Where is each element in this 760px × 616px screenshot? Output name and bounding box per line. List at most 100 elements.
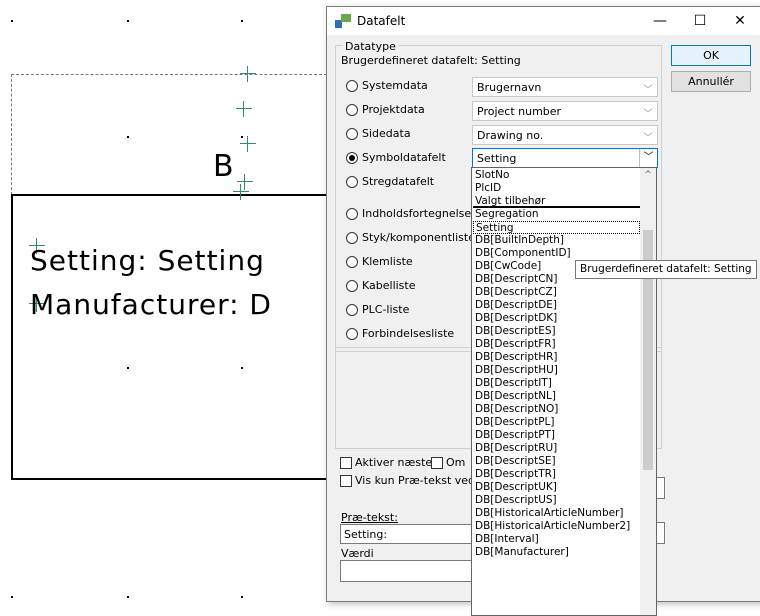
chevron-down-icon: ﹀: [643, 85, 653, 96]
minimize-button[interactable]: —: [640, 7, 680, 35]
ok-button[interactable]: OK: [671, 45, 751, 66]
grid-dot: [241, 20, 243, 22]
dropdown-item[interactable]: DB[HistoricalArticleNumber]: [473, 507, 640, 520]
pretext-input[interactable]: Setting:: [340, 524, 486, 544]
close-button[interactable]: ✕: [720, 7, 760, 35]
dropdown-item[interactable]: DB[HistoricalArticleNumber2]: [473, 520, 640, 533]
cancel-button[interactable]: Annullér: [671, 71, 751, 92]
dropdown-item[interactable]: DB[DescriptCZ]: [473, 286, 640, 299]
dropdown-item[interactable]: DB[DescriptTR]: [473, 468, 640, 481]
insertion-point-icon: [236, 101, 252, 117]
chevron-down-icon[interactable]: ﹀: [639, 149, 657, 167]
dropdown-item[interactable]: DB[DescriptDK]: [473, 312, 640, 325]
datatype-group-label: Datatype: [343, 40, 398, 53]
show-pretext-label: Vis kun Præ-tekst ved d: [355, 474, 486, 487]
dropdown-item[interactable]: DB[BuiltInDepth]: [473, 234, 640, 247]
radio-label-indholdsfortegnelse: Indholdsfortegnelse: [362, 207, 472, 220]
symbol-box[interactable]: [11, 194, 341, 480]
radio-plc-liste[interactable]: [346, 304, 358, 316]
dropdown-item[interactable]: DB[DescriptUS]: [473, 494, 640, 507]
insertion-point-icon: [240, 136, 256, 152]
dropdown-item[interactable]: DB[DescriptNO]: [473, 403, 640, 416]
radio-indholdsfortegnelse[interactable]: [346, 208, 358, 220]
combo-value: Project number: [477, 105, 562, 118]
dropdown-item[interactable]: DB[DescriptRU]: [473, 442, 640, 455]
dropdown-item[interactable]: DB[DescriptHR]: [473, 351, 640, 364]
radio-projektdata[interactable]: [346, 104, 358, 116]
dropdown-item[interactable]: SlotNo: [473, 169, 640, 182]
insertion-point-icon: [233, 184, 249, 200]
radio-styk-komponentliste[interactable]: [346, 232, 358, 244]
symboldatafelt-combo[interactable]: Setting ﹀: [472, 148, 658, 168]
chevron-down-icon: ﹀: [643, 133, 653, 144]
grid-dot: [11, 20, 13, 22]
dropdown-item[interactable]: Setting: [473, 221, 640, 234]
activate-next-checkbox[interactable]: [340, 457, 352, 469]
grid-dot: [127, 20, 129, 22]
subtitle: Brugerdefineret datafelt: Setting: [341, 54, 521, 67]
dropdown-item[interactable]: DB[DescriptUK]: [473, 481, 640, 494]
radio-label-klemliste: Klemliste: [362, 255, 413, 268]
dropdown-item[interactable]: DB[DescriptNL]: [473, 390, 640, 403]
radio-kabelliste[interactable]: [346, 280, 358, 292]
app-icon: [335, 14, 351, 28]
tooltip: Brugerdefineret datafelt: Setting: [575, 260, 757, 279]
dropdown-item[interactable]: DB[Manufacturer]: [473, 546, 640, 559]
value-label: Værdi: [341, 547, 374, 560]
dropdown-item[interactable]: DB[DescriptFR]: [473, 338, 640, 351]
projektdata-combo[interactable]: Project number ﹀: [472, 101, 658, 121]
dropdown-scrollbar[interactable]: ^: [640, 168, 656, 615]
radio-sidedata[interactable]: [346, 128, 358, 140]
radio-label-sidedata: Sidedata: [362, 127, 411, 140]
combo-value: Setting: [477, 152, 517, 165]
dropdown-item[interactable]: DB[DescriptPT]: [473, 429, 640, 442]
symbol-label-b: B: [213, 149, 235, 184]
grid-dot: [127, 596, 129, 598]
grid-dot: [241, 596, 243, 598]
pretext-label: Præ-tekst:: [341, 511, 398, 524]
om-checkbox[interactable]: [431, 457, 443, 469]
dropdown-item[interactable]: DB[DescriptES]: [473, 325, 640, 338]
radio-klemliste[interactable]: [346, 256, 358, 268]
radio-label-projektdata: Projektdata: [362, 103, 425, 116]
dropdown-item[interactable]: DB[DescriptSE]: [473, 455, 640, 468]
radio-label-systemdata: Systemdata: [362, 79, 428, 92]
radio-label-styk-komponentliste: Styk/komponentliste: [362, 231, 475, 244]
radio-symboldatafelt[interactable]: [346, 152, 358, 164]
setting-data-field: Setting: Setting: [30, 244, 265, 277]
dropdown-item[interactable]: DB[DescriptIT]: [473, 377, 640, 390]
scroll-up-icon[interactable]: ^: [640, 170, 656, 180]
dropdown-list[interactable]: SlotNo PlcID Valgt tilbehør Segregation Sett…: [473, 169, 640, 559]
show-pretext-checkbox[interactable]: [340, 475, 352, 487]
radio-label-kabelliste: Kabelliste: [362, 279, 416, 292]
radio-label-plc-liste: PLC-liste: [362, 303, 410, 316]
insertion-point-icon: [240, 66, 256, 82]
dropdown-item[interactable]: DB[DescriptDE]: [473, 299, 640, 312]
sidedata-combo[interactable]: Drawing no. ﹀: [472, 125, 658, 145]
dropdown-item[interactable]: DB[Interval]: [473, 533, 640, 546]
dropdown-item[interactable]: Segregation: [473, 208, 640, 221]
pretext-value: Setting:: [344, 528, 388, 541]
radio-stregdatafelt[interactable]: [346, 176, 358, 188]
systemdata-combo[interactable]: Brugernavn ﹀: [472, 77, 658, 97]
title-bar[interactable]: Datafelt — ☐ ✕: [327, 7, 760, 35]
dropdown-item[interactable]: DB[DescriptPL]: [473, 416, 640, 429]
radio-label-symboldatafelt: Symboldatafelt: [362, 151, 446, 164]
radio-forbindelsesliste[interactable]: [346, 328, 358, 340]
value-input[interactable]: [340, 560, 486, 582]
dropdown-item[interactable]: Valgt tilbehør: [473, 195, 640, 208]
radio-label-stregdatafelt: Stregdatafelt: [362, 175, 435, 188]
om-label: Om: [446, 456, 466, 469]
chevron-down-icon: ﹀: [643, 109, 653, 120]
activate-next-label: Aktiver næste: [355, 456, 433, 469]
dropdown-item[interactable]: PlcID: [473, 182, 640, 195]
dropdown-item[interactable]: DB[ComponentID]: [473, 247, 640, 260]
combo-value: Drawing no.: [477, 129, 544, 142]
dialog-title: Datafelt: [357, 14, 406, 28]
radio-systemdata[interactable]: [346, 80, 358, 92]
combo-value: Brugernavn: [477, 81, 542, 94]
dropdown-item[interactable]: DB[DescriptHU]: [473, 364, 640, 377]
radio-label-forbindelsesliste: Forbindelsesliste: [362, 327, 455, 340]
symboldatafelt-dropdown[interactable]: SlotNo PlcID Valgt tilbehør Segregation Sett…: [471, 167, 657, 616]
maximize-button[interactable]: ☐: [680, 7, 720, 35]
